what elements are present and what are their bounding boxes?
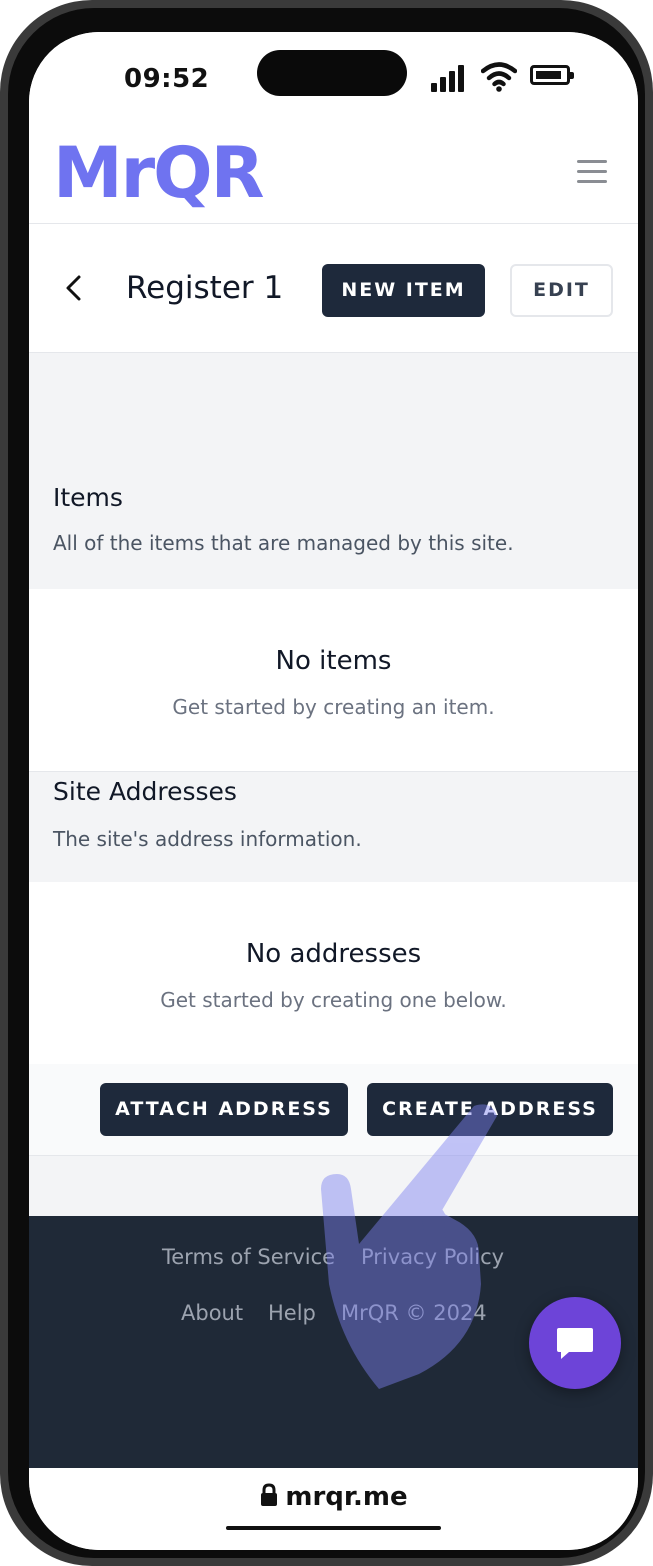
status-bar: 09:52 — [29, 32, 638, 120]
chat-bubble-icon — [557, 1328, 593, 1359]
url-text: mrqr.me — [285, 1482, 408, 1512]
items-section-title: Items — [53, 483, 123, 512]
battery-icon — [530, 65, 574, 85]
phone-bezel: 09:52 MrQR Register 1 NEW ITEM EDIT Item… — [8, 8, 645, 1558]
mrqr-logo[interactable]: MrQR — [53, 138, 265, 208]
terms-of-service-link[interactable]: Terms of Service — [162, 1245, 335, 1269]
addresses-empty-title: No addresses — [245, 939, 422, 969]
dynamic-island — [257, 50, 407, 96]
hamburger-menu-icon[interactable] — [577, 160, 607, 184]
home-indicator — [226, 1526, 441, 1530]
edit-button[interactable]: EDIT — [510, 264, 613, 317]
items-section-header: Items All of the items that are managed … — [29, 353, 638, 589]
cellular-signal-icon — [431, 64, 467, 92]
addresses-empty-state: No addresses Get started by creating one… — [29, 882, 638, 1064]
page-titlebar: Register 1 NEW ITEM EDIT — [29, 224, 638, 353]
url-display: mrqr.me — [29, 1482, 638, 1512]
items-section-subtitle: All of the items that are managed by thi… — [53, 531, 514, 555]
about-link[interactable]: About — [181, 1301, 243, 1325]
chat-button[interactable] — [529, 1297, 621, 1389]
addresses-section-header: Site Addresses The site's address inform… — [29, 772, 638, 882]
chevron-left-icon[interactable] — [63, 274, 85, 302]
items-empty-subtitle: Get started by creating an item. — [172, 695, 495, 719]
items-empty-state: No items Get started by creating an item… — [29, 589, 638, 772]
wifi-icon — [481, 62, 517, 92]
addresses-section-subtitle: The site's address information. — [53, 827, 362, 851]
app-header: MrQR — [29, 120, 638, 224]
browser-url-bar[interactable]: mrqr.me — [29, 1468, 638, 1550]
pointing-hand-icon — [321, 1104, 497, 1389]
addresses-section-title: Site Addresses — [53, 777, 237, 806]
phone-frame: 09:52 MrQR Register 1 NEW ITEM EDIT Item… — [0, 0, 653, 1566]
help-link[interactable]: Help — [268, 1301, 316, 1325]
app-content: MrQR Register 1 NEW ITEM EDIT Items All … — [29, 120, 638, 1218]
status-time: 09:52 — [124, 64, 210, 94]
items-empty-title: No items — [275, 646, 392, 676]
new-item-button[interactable]: NEW ITEM — [322, 264, 485, 317]
lock-icon — [261, 1483, 278, 1506]
attach-address-button[interactable]: ATTACH ADDRESS — [100, 1083, 348, 1136]
phone-screen: 09:52 MrQR Register 1 NEW ITEM EDIT Item… — [29, 32, 638, 1550]
addresses-empty-subtitle: Get started by creating one below. — [160, 988, 507, 1012]
page-title: Register 1 — [126, 270, 284, 306]
